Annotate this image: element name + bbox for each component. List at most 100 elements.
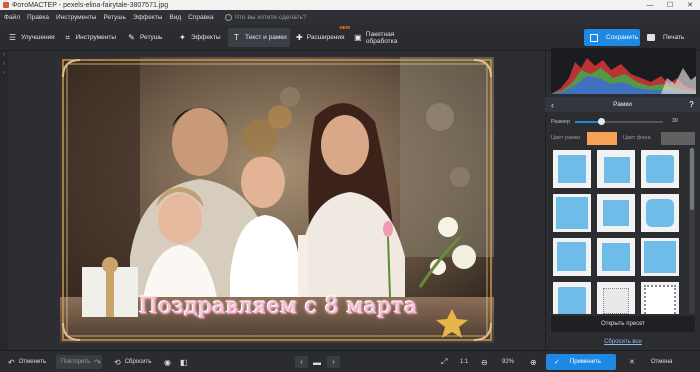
close-icon: ✕ — [629, 359, 635, 366]
tab-tools[interactable]: ⌗ Инструменты — [64, 28, 116, 47]
fullscreen-icon: ⤢ — [441, 357, 448, 366]
reset-button[interactable]: ⟲ Сбросить — [114, 355, 151, 369]
fit-screen-button[interactable]: ⤢ — [441, 355, 451, 369]
frame-preset[interactable] — [641, 150, 679, 188]
frame-preset[interactable] — [641, 282, 679, 314]
plus-circle-icon: ⊕ — [530, 357, 537, 367]
frame-preset[interactable] — [641, 194, 679, 232]
bg-color-label: Цвет фона — [623, 135, 651, 141]
tab-batch[interactable]: ▣ Пакетная обработка — [354, 28, 420, 47]
batch-icon: ▣ — [354, 33, 362, 42]
open-preset-button[interactable]: Открыть пресет — [551, 316, 695, 332]
tab-label: Текст и рамки — [245, 34, 287, 41]
floppy-icon — [590, 33, 598, 42]
redo-label: Повторить — [61, 359, 91, 365]
apply-label: Применить — [569, 359, 601, 365]
menu-retouch[interactable]: Ретушь — [103, 14, 125, 21]
greeting-caption[interactable]: Поздравляем с 8 марта — [108, 291, 448, 321]
back-arrow-icon[interactable]: ‹ — [551, 100, 554, 110]
title-bar: ФотоМАСТЕР - pexels-elina-fairytale-3807… — [0, 0, 700, 10]
window-title: ФотоМАСТЕР - pexels-elina-fairytale-3807… — [12, 1, 169, 9]
menu-bar: Файл Правка Инструменты Ретушь Эффекты В… — [0, 10, 700, 25]
menu-effects[interactable]: Эффекты — [133, 14, 163, 21]
frame-preset[interactable] — [597, 150, 635, 188]
chevron-right-icon[interactable]: › — [0, 51, 8, 60]
prev-image-button[interactable]: ‹ — [295, 356, 308, 368]
frame-preset[interactable] — [597, 282, 635, 314]
close-window-button[interactable]: ✕ — [680, 0, 700, 10]
next-image-button[interactable]: › — [327, 356, 340, 368]
menu-edit[interactable]: Правка — [27, 14, 49, 21]
redo-button[interactable]: Повторить ↷ — [56, 355, 102, 369]
folder-icon: ▬ — [313, 357, 321, 367]
menu-tools[interactable]: Инструменты — [56, 14, 97, 21]
frame-preset[interactable] — [553, 238, 591, 276]
tab-text-frames[interactable]: T Текст и рамки — [228, 28, 290, 47]
maximize-button[interactable]: ☐ — [660, 0, 680, 10]
preview-eye-button[interactable]: ◉ — [164, 355, 175, 369]
zoom-out-button[interactable]: ⊖ — [481, 355, 492, 369]
menu-file[interactable]: Файл — [4, 14, 20, 21]
chevron-right-icon[interactable]: › — [0, 60, 8, 69]
search-placeholder: Что вы хотите сделать? — [234, 14, 307, 21]
magic-wand-icon: ✦ — [179, 33, 186, 42]
tab-label: Улучшения — [21, 34, 55, 41]
print-button[interactable]: Печать — [645, 29, 695, 46]
tab-effects[interactable]: ✦ Эффекты — [178, 28, 222, 47]
tab-label: Эффекты — [191, 34, 221, 41]
frame-preset[interactable] — [553, 150, 591, 188]
cancel-label: Отмена — [650, 359, 673, 365]
app-logo-icon — [3, 2, 9, 8]
tab-retouch[interactable]: ✎ Ретушь — [127, 28, 167, 47]
chevron-right-icon[interactable]: › — [0, 69, 8, 78]
chevron-right-icon: › — [332, 358, 335, 366]
sliders-icon: ☰ — [8, 33, 17, 42]
zoom-1-1-label: 1:1 — [460, 359, 469, 365]
printer-icon — [647, 34, 655, 41]
cancel-button[interactable]: ✕ Отмена — [624, 354, 694, 370]
check-icon: ✓ — [554, 359, 560, 366]
tab-extensions[interactable]: ✚ Расширения NEW — [296, 25, 350, 47]
zoom-1-1-button[interactable]: 1:1 — [460, 355, 468, 369]
frame-color-swatch[interactable] — [587, 132, 617, 145]
undo-button[interactable]: ↶ Отменить — [8, 355, 46, 369]
minimize-button[interactable]: — — [640, 0, 660, 10]
frame-preset[interactable] — [553, 282, 591, 314]
compare-button[interactable]: ◧ — [180, 355, 192, 369]
open-folder-button[interactable]: ▬ — [313, 355, 325, 369]
size-label: Размер — [551, 119, 570, 125]
scrollbar-thumb[interactable] — [690, 148, 694, 210]
menu-view[interactable]: Вид — [169, 14, 181, 21]
color-row: Цвет рамки Цвет фона — [551, 132, 696, 146]
zoom-value: 92% — [502, 355, 514, 369]
undo-icon: ↶ — [8, 357, 15, 367]
presets-scrollbar[interactable] — [689, 148, 695, 314]
plus-icon: ✚ — [296, 33, 303, 42]
bg-color-swatch[interactable] — [661, 132, 695, 145]
help-icon[interactable]: ? — [689, 100, 694, 109]
tab-label: Расширения — [306, 34, 345, 41]
reset-all-link[interactable]: Сбросить все — [551, 339, 695, 348]
zoom-percent: 92% — [502, 359, 515, 365]
size-row: Размер 30 — [551, 116, 696, 128]
size-slider[interactable] — [575, 118, 663, 125]
save-button[interactable]: Сохранить — [584, 29, 640, 46]
panel-title: Рамки — [613, 101, 632, 108]
size-slider-handle[interactable] — [597, 118, 605, 125]
zoom-in-button[interactable]: ⊕ — [530, 355, 541, 369]
menu-help[interactable]: Справка — [188, 14, 214, 21]
minus-circle-icon: ⊖ — [481, 357, 488, 367]
histogram — [551, 48, 696, 94]
apply-button[interactable]: ✓ Применить — [546, 354, 616, 370]
frame-preset[interactable] — [553, 194, 591, 232]
frame-preset[interactable] — [597, 238, 635, 276]
frame-preset[interactable] — [597, 194, 635, 232]
command-search[interactable]: Что вы хотите сделать? — [224, 14, 307, 21]
undo-label: Отменить — [18, 359, 47, 365]
print-label: Печать — [663, 34, 685, 41]
reset-label: Сбросить — [124, 359, 152, 365]
tab-enhancements[interactable]: ☰ Улучшения — [8, 28, 58, 47]
size-value: 30 — [671, 118, 678, 124]
redo-icon: ↷ — [94, 357, 101, 367]
frame-preset[interactable] — [641, 238, 679, 276]
